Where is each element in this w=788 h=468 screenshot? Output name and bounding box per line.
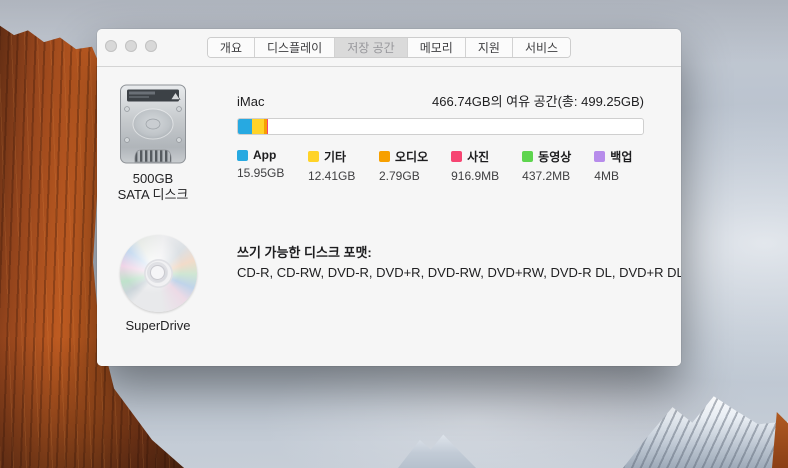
legend-item-photos: 사진 916.9MB [451,148,499,183]
legend-swatch [308,151,319,162]
about-this-mac-window: 개요디스플레이저장 공간메모리지원서비스 [97,29,681,366]
legend-swatch [237,150,248,161]
legend-item-app: App 15.95GB [237,148,285,183]
legend-swatch [379,151,390,162]
desktop: 개요디스플레이저장 공간메모리지원서비스 [0,0,788,468]
legend-swatch [451,151,462,162]
window-controls [105,40,157,52]
legend-item-backups: 백업 4MB [594,148,642,183]
disk-name-label: 500GB SATA 디스크 [99,171,207,203]
legend-label: 사진 [467,148,489,165]
tab-storage[interactable]: 저장 공간 [335,38,408,57]
minimize-button[interactable] [125,40,137,52]
close-button[interactable] [105,40,117,52]
writable-formats-title: 쓰기 가능한 디스크 포맷: [237,242,372,261]
disk-type: SATA 디스크 [99,187,207,203]
legend-swatch [522,151,533,162]
legend-item-other: 기타 12.41GB [308,148,356,183]
storage-header: iMac 466.74GB의 여유 공간(총: 499.25GB) [237,91,644,110]
tab-support[interactable]: 지원 [466,38,513,57]
legend-value: 12.41GB [308,169,356,183]
tab-bar: 개요디스플레이저장 공간메모리지원서비스 [207,37,571,58]
tab-displays[interactable]: 디스플레이 [255,38,335,57]
legend-value: 916.9MB [451,169,499,183]
legend-label: 백업 [610,148,632,165]
legend-item-audio: 오디오 2.79GB [379,148,428,183]
storage-legend: App 15.95GB 기타 12.41GB 오디오 2.79GB 사진 916… [237,148,642,183]
titlebar: 개요디스플레이저장 공간메모리지원서비스 [97,29,681,67]
superdrive-disc-icon [120,235,197,312]
bar-segment-app [238,119,252,134]
bar-segment-other [252,119,264,134]
disk-capacity: 500GB [99,171,207,187]
legend-value: 4MB [594,169,642,183]
storage-pane: 500GB SATA 디스크 iMac 466.74GB의 여유 공간(총: 4… [97,67,681,366]
writable-formats-list: CD-R, CD-RW, DVD-R, DVD+R, DVD-RW, DVD+R… [237,265,681,280]
bar-segment-photos [267,119,268,134]
legend-item-movies: 동영상 437.2MB [522,148,571,183]
legend-swatch [594,151,605,162]
legend-label: 동영상 [538,148,571,165]
legend-value: 437.2MB [522,169,571,183]
storage-usage-bar [237,118,644,135]
legend-label: 기타 [324,148,346,165]
legend-label: App [253,148,276,162]
free-space-text: 466.74GB의 여유 공간(총: 499.25GB) [432,91,644,110]
legend-label: 오디오 [395,148,428,165]
tab-service[interactable]: 서비스 [513,38,570,57]
tab-overview[interactable]: 개요 [208,38,255,57]
legend-value: 15.95GB [237,166,285,180]
zoom-button[interactable] [145,40,157,52]
device-name: iMac [237,94,264,109]
superdrive-label: SuperDrive [103,318,213,333]
tab-memory[interactable]: 메모리 [408,38,466,57]
hard-disk-icon [119,84,187,164]
legend-value: 2.79GB [379,169,428,183]
